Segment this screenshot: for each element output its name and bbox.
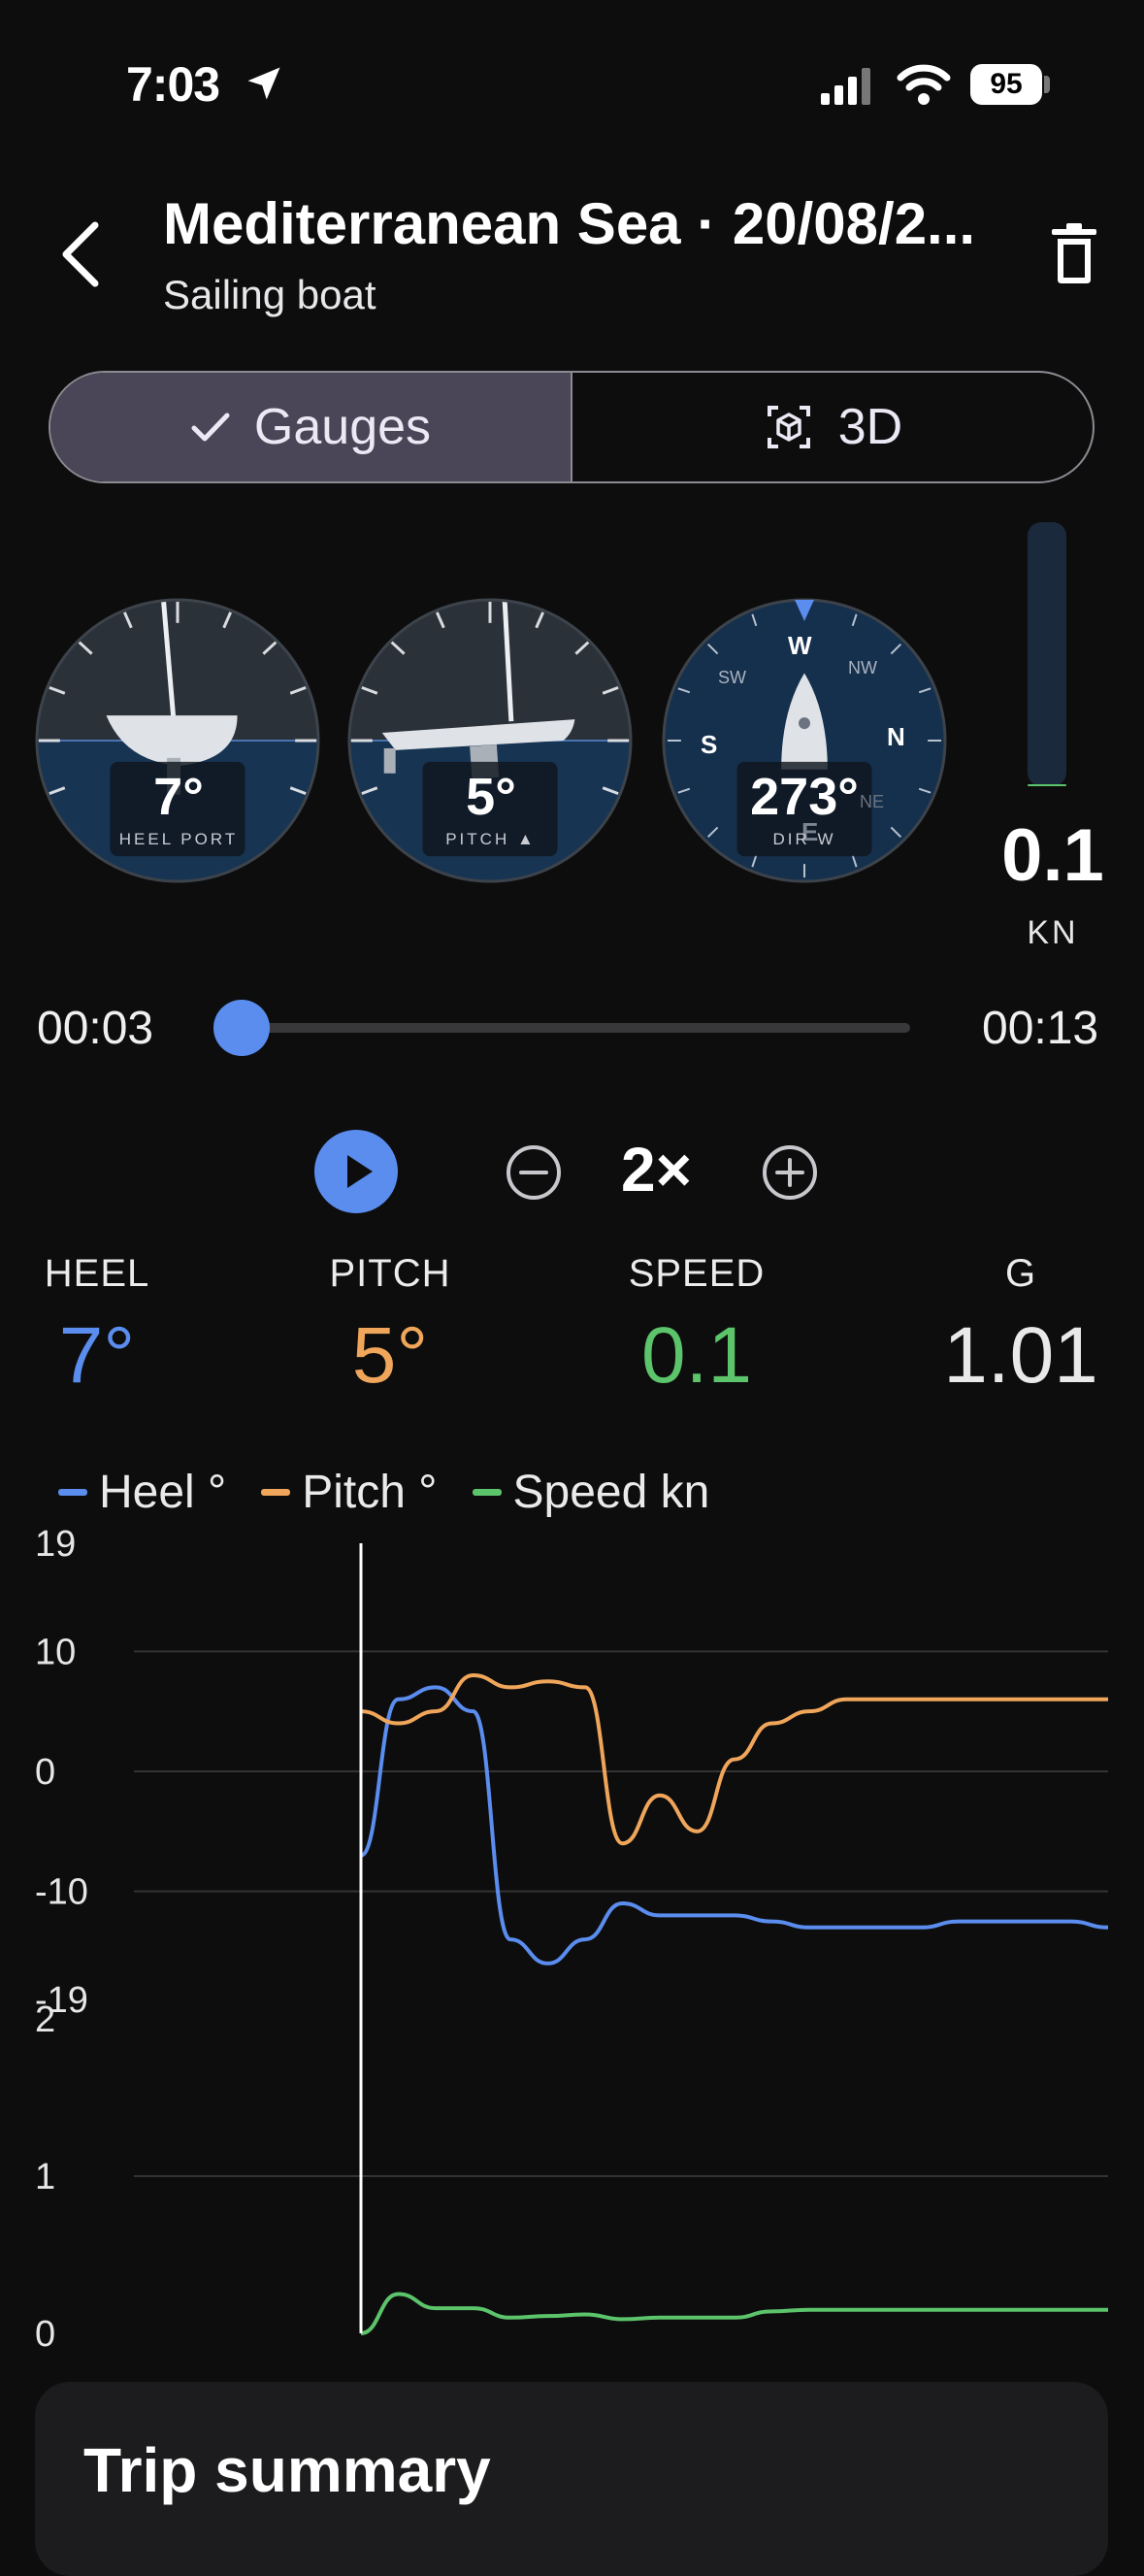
legend-heel-swatch xyxy=(58,1489,87,1496)
wifi-icon xyxy=(897,64,951,105)
checkmark-icon xyxy=(191,413,230,442)
pitch-gauge-label: PITCH ▲ xyxy=(445,830,537,848)
increase-speed-button[interactable] xyxy=(761,1143,819,1202)
page-title: Mediterranean Sea · 20/08/2... xyxy=(163,191,976,256)
page-subtitle: Sailing boat xyxy=(163,272,376,317)
chart-legend: Heel ° Pitch ° Speed kn xyxy=(58,1466,709,1519)
battery-nub xyxy=(1044,76,1050,93)
y-tick-label: 10 xyxy=(35,1632,76,1672)
tab-3d-label: 3D xyxy=(837,399,903,455)
legend-speed-label: Speed kn xyxy=(512,1467,710,1518)
stat-speed-value: 0.1 xyxy=(641,1311,752,1400)
speed-meter-fill xyxy=(1028,784,1066,786)
tab-gauges[interactable]: Gauges xyxy=(50,373,572,481)
status-time: 7:03 xyxy=(126,57,220,112)
compass-gauge-label: DIR W xyxy=(772,830,836,848)
3d-cube-icon xyxy=(767,406,810,448)
timeline-thumb[interactable] xyxy=(213,1000,270,1056)
speed-meter-unit: KN xyxy=(1027,914,1079,951)
legend-pitch-swatch xyxy=(261,1489,291,1496)
legend-pitch-label: Pitch ° xyxy=(302,1467,438,1518)
battery-indicator: 95 xyxy=(970,64,1042,105)
tab-3d[interactable]: 3D xyxy=(572,373,1093,481)
series-line-pitch xyxy=(360,1673,1108,1846)
y-tick-label: 0 xyxy=(35,2314,55,2349)
speed-meter-value: 0.1 xyxy=(1001,814,1104,897)
tab-gauges-label: Gauges xyxy=(253,399,432,455)
location-arrow-icon xyxy=(247,67,280,100)
legend-speed: Speed kn xyxy=(472,1466,710,1519)
speed-meter-bar xyxy=(1028,522,1066,786)
current-time: 00:03 xyxy=(37,1003,154,1054)
playback-rate: 2× xyxy=(621,1135,692,1205)
play-button[interactable] xyxy=(314,1130,398,1213)
compass-label-nw: NW xyxy=(848,658,877,677)
pitch-gauge-value: 5° xyxy=(466,768,516,826)
y-tick-label: 2 xyxy=(35,1999,55,2040)
stat-pitch-label: PITCH xyxy=(329,1252,451,1295)
stat-speed-label: SPEED xyxy=(628,1252,766,1295)
stat-g-label: G xyxy=(1004,1252,1037,1295)
legend-heel: Heel ° xyxy=(58,1466,226,1519)
y-tick-label: 1 xyxy=(35,2157,55,2197)
chart-area: 19100-10-19210 xyxy=(35,1524,1109,2349)
compass-cardinal-w: W xyxy=(788,631,812,660)
compass-label-sw: SW xyxy=(718,668,746,687)
stat-g-value: 1.01 xyxy=(943,1311,1098,1400)
back-chevron-icon[interactable] xyxy=(56,219,107,289)
trash-icon[interactable] xyxy=(1050,223,1098,283)
compass-cardinal-s: S xyxy=(701,730,718,759)
series-line-heel xyxy=(360,1685,1109,1965)
y-tick-label: -10 xyxy=(35,1872,88,1913)
decrease-speed-button[interactable] xyxy=(505,1143,563,1202)
heel-gauge-value: 7° xyxy=(153,768,204,826)
end-time: 00:13 xyxy=(982,1003,1099,1054)
legend-speed-swatch xyxy=(472,1489,502,1496)
legend-pitch: Pitch ° xyxy=(261,1466,438,1519)
cellular-signal-icon xyxy=(821,68,870,105)
legend-heel-label: Heel ° xyxy=(99,1467,227,1518)
series-line-speed xyxy=(360,2292,1108,2335)
y-tick-label: 0 xyxy=(35,1752,55,1793)
view-mode-segmented-control: Gauges 3D xyxy=(49,371,1095,483)
timeline-track[interactable] xyxy=(221,1023,910,1033)
compass-cardinal-n: N xyxy=(887,722,905,751)
y-tick-label: 19 xyxy=(35,1524,76,1565)
stat-heel-value: 7° xyxy=(58,1311,136,1400)
stat-pitch-value: 5° xyxy=(351,1311,429,1400)
stat-heel-label: HEEL xyxy=(44,1252,150,1295)
compass-gauge-value: 273° xyxy=(750,768,859,826)
heel-gauge-label: HEEL PORT xyxy=(118,830,239,848)
trip-summary-title: Trip summary xyxy=(83,2435,491,2505)
